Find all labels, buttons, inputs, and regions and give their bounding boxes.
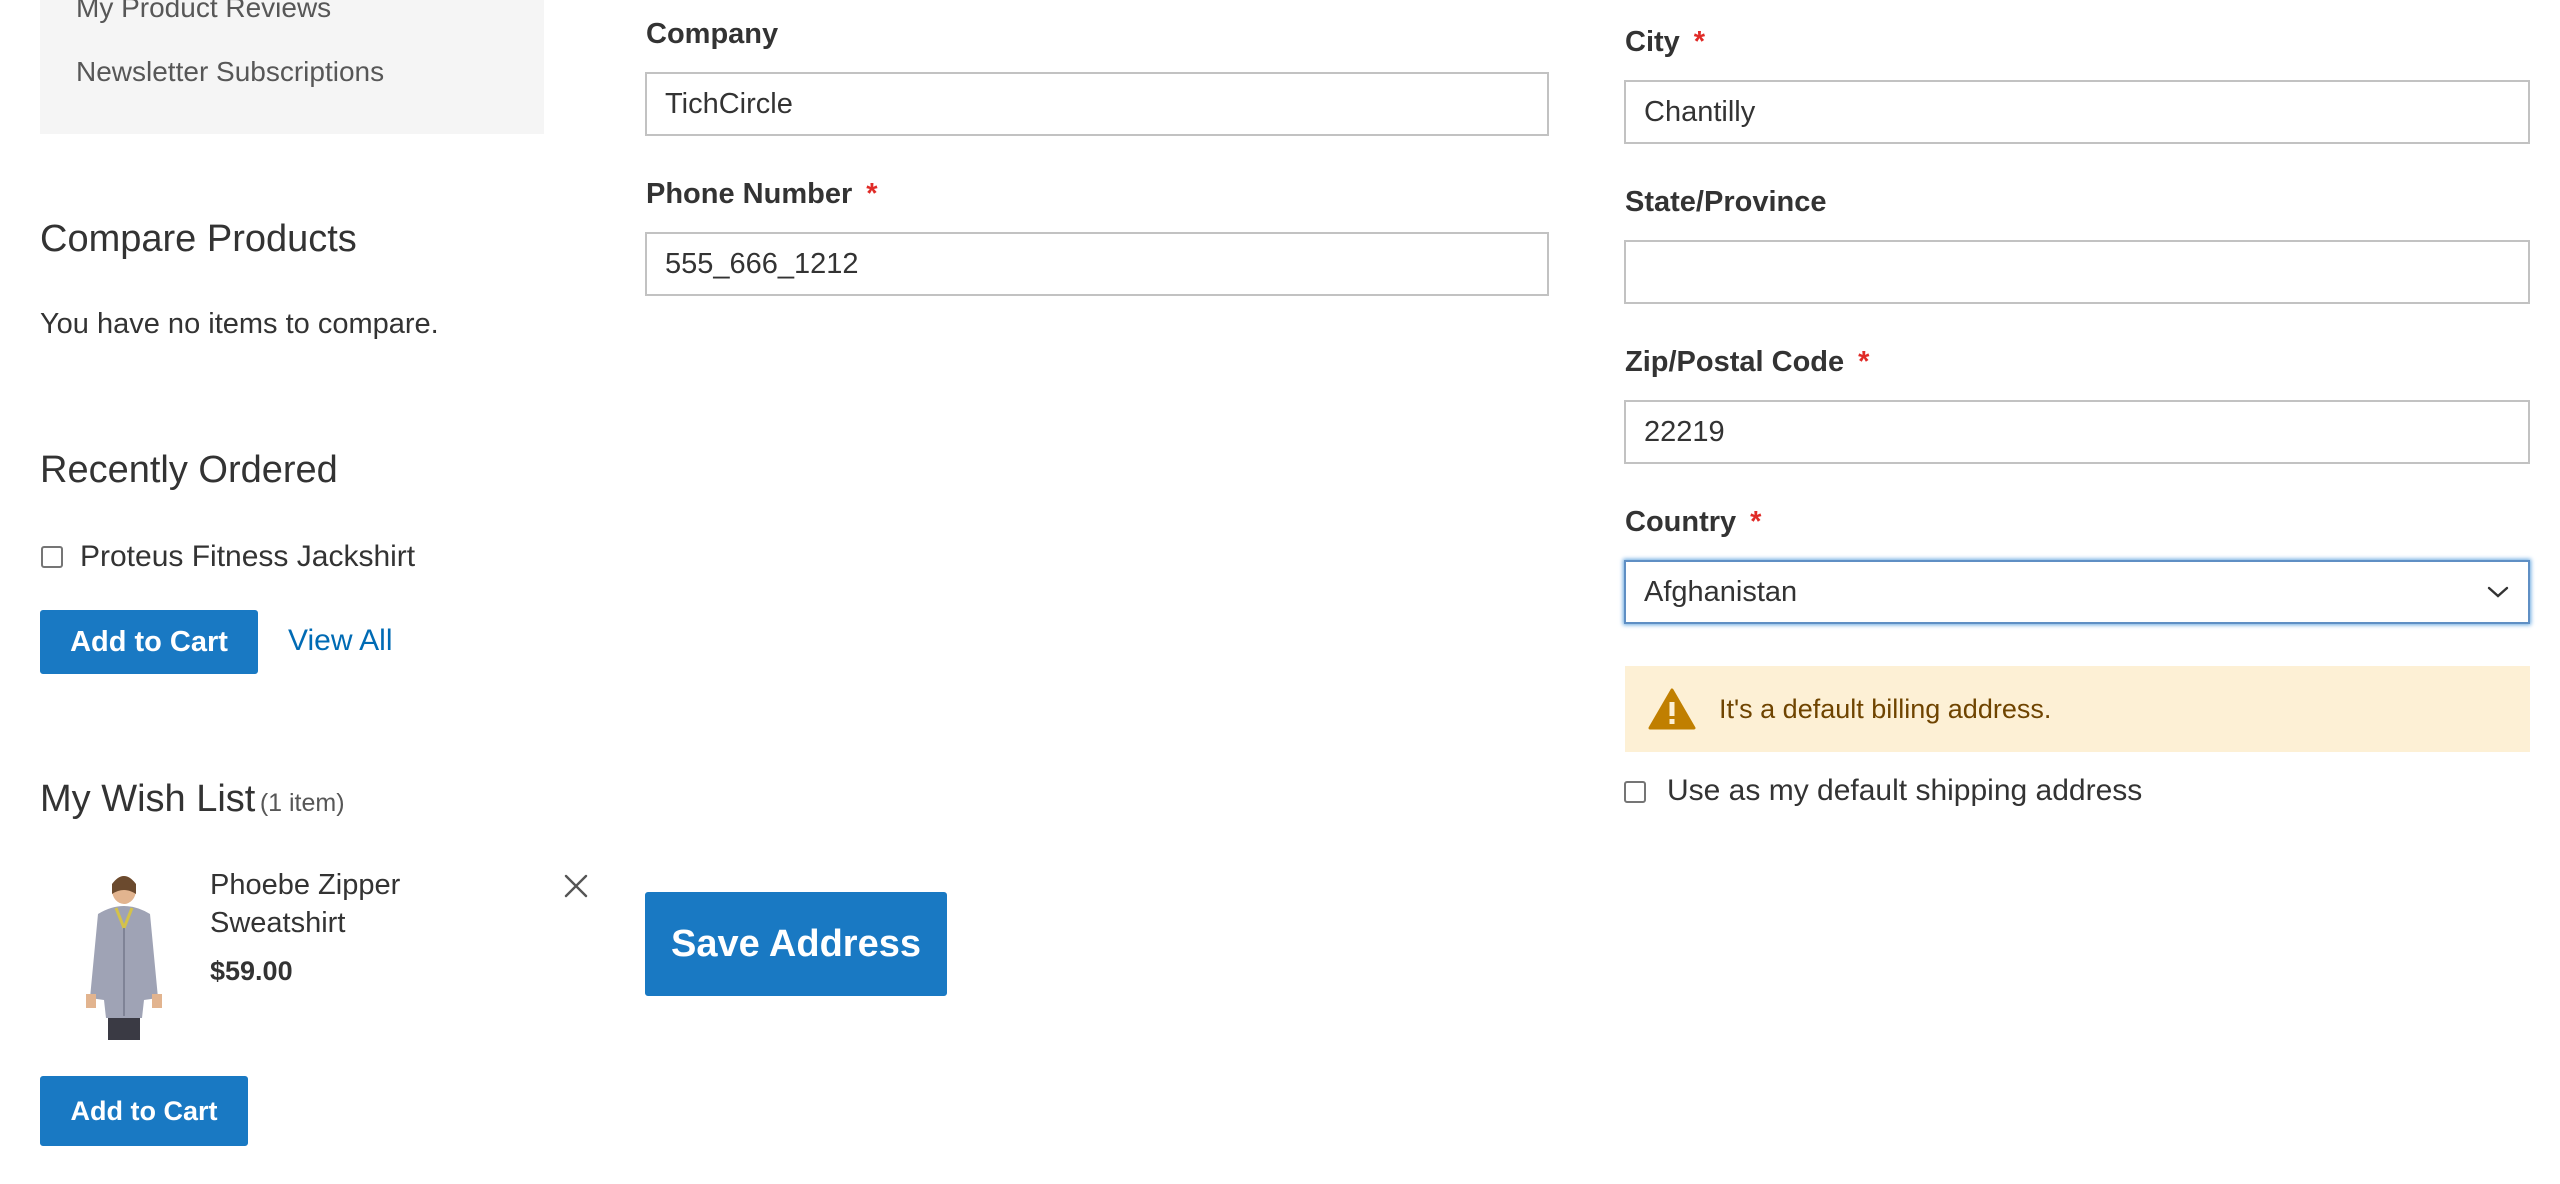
nav-item-newsletter-subscriptions[interactable]: Newsletter Subscriptions [76,56,384,88]
city-label-text: City [1625,26,1680,58]
company-label-text: Company [646,18,779,50]
wishlist-item-name[interactable]: Phoebe Zipper Sweatshirt [210,866,430,942]
save-address-button[interactable]: Save Address [645,892,947,996]
country-select[interactable]: Afghanistan [1624,560,2530,624]
state-label-text: State/Province [1625,186,1827,218]
required-marker: * [1693,26,1706,58]
default-billing-notice: It's a default billing address. [1625,666,2530,752]
phone-label: Phone Number * [646,178,878,211]
city-label: City * [1625,26,1705,59]
default-shipping-label[interactable]: Use as my default shipping address [1667,774,2142,808]
phone-field[interactable]: 555_666_1212 [645,232,1549,296]
state-field[interactable] [1624,240,2530,304]
nav-item-product-reviews[interactable]: My Product Reviews [76,0,331,24]
company-field[interactable]: TichCircle [645,72,1549,136]
warning-icon [1648,688,1696,730]
compare-products-title: Compare Products [40,218,357,260]
required-marker: * [1750,506,1762,538]
country-select-value: Afghanistan [1644,575,1798,608]
required-marker: * [866,178,878,210]
recently-ordered-item-checkbox[interactable] [41,546,63,568]
wishlist-item-price: $59.00 [210,956,293,986]
zip-label: Zip/Postal Code * [1625,346,1869,379]
wishlist-title: My Wish List [40,778,256,820]
wishlist-add-to-cart-button[interactable]: Add to Cart [40,1076,248,1146]
notice-text: It's a default billing address. [1719,693,2052,724]
wishlist-header: My Wish List (1 item) [40,778,345,821]
state-label: State/Province [1625,186,1826,219]
wishlist-count: (1 item) [259,789,345,817]
wishlist-item-image[interactable] [72,868,176,1048]
city-field[interactable]: Chantilly [1624,80,2530,144]
required-marker: * [1858,346,1870,378]
recently-ordered-add-to-cart-button[interactable]: Add to Cart [40,610,258,674]
view-all-link[interactable]: View All [288,624,393,658]
recently-ordered-title: Recently Ordered [40,449,338,491]
compare-empty-text: You have no items to compare. [40,308,439,340]
recently-ordered-item-name: Proteus Fitness Jackshirt [80,540,416,573]
country-label: Country * [1625,506,1761,539]
close-icon[interactable] [564,874,588,898]
default-shipping-checkbox[interactable] [1624,781,1646,803]
company-label: Company [646,18,778,51]
zip-field[interactable]: 22219 [1624,400,2530,464]
chevron-down-icon [2487,586,2509,598]
zip-label-text: Zip/Postal Code [1625,346,1845,378]
phone-label-text: Phone Number [646,178,853,210]
country-label-text: Country [1625,506,1737,538]
